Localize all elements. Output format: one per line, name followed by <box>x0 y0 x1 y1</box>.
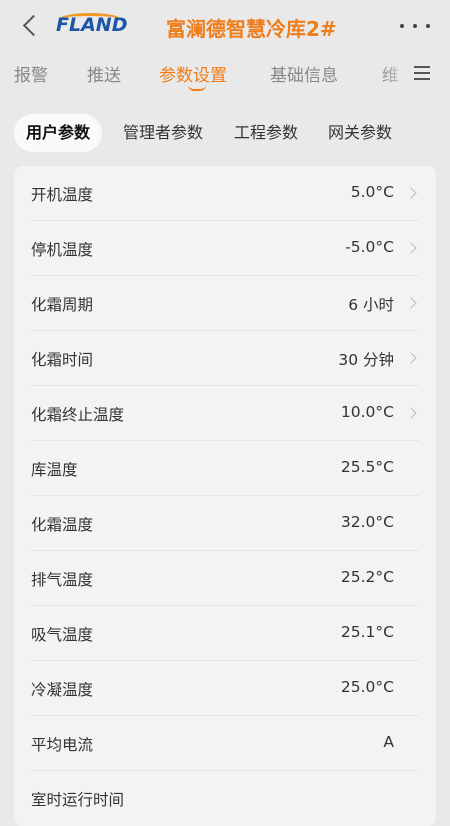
param-value: 10.0°C <box>340 403 394 421</box>
param-value: 5.0°C <box>350 183 394 201</box>
chevron-right-icon <box>405 242 417 254</box>
param-value: 25.1°C <box>340 623 394 641</box>
param-label: 化霜终止温度 <box>31 406 125 424</box>
param-value: -5.0°C <box>345 238 394 256</box>
active-tab-indicator <box>188 85 206 91</box>
param-value: A <box>383 733 394 751</box>
param-row[interactable]: 开机温度 5.0°C <box>14 166 436 221</box>
page-title: 富澜德智慧冷库2# <box>166 17 337 41</box>
more-dots-icon[interactable] <box>400 12 430 40</box>
param-value: 25.2°C <box>340 568 394 586</box>
param-row: 库温度 25.5°C <box>14 441 436 496</box>
app-header: FLAND 富澜德智慧冷库2# <box>0 0 450 52</box>
param-value: 6 小时 <box>348 296 394 314</box>
logo-text: FLAND <box>56 14 128 36</box>
subtab-gateway-params[interactable]: 网关参数 <box>316 114 404 152</box>
param-value: 25.0°C <box>340 678 394 696</box>
param-value: 32.0°C <box>340 513 394 531</box>
param-label: 化霜温度 <box>31 516 94 534</box>
param-row[interactable]: 化霜终止温度 10.0°C <box>14 386 436 441</box>
param-row: 冷凝温度 25.0°C <box>14 661 436 716</box>
subtab-manager-params[interactable]: 管理者参数 <box>111 114 215 152</box>
chevron-right-icon <box>405 187 417 199</box>
chevron-right-icon <box>405 297 417 309</box>
sub-tab-bar: 用户参数 管理者参数 工程参数 网关参数 <box>0 114 450 154</box>
param-row: 排气温度 25.2°C <box>14 551 436 606</box>
subtab-user-params[interactable]: 用户参数 <box>14 114 103 152</box>
chevron-left-icon[interactable] <box>18 12 46 40</box>
tab-parameter-settings[interactable]: 参数设置 <box>159 61 227 86</box>
param-label: 室时运行时间 <box>31 791 125 809</box>
subtab-engineering-params[interactable]: 工程参数 <box>222 114 310 152</box>
param-value: 25.5°C <box>340 458 394 476</box>
param-label: 吸气温度 <box>31 626 94 644</box>
param-label: 化霜周期 <box>31 296 94 314</box>
menu-icon[interactable] <box>414 66 430 80</box>
tab-push[interactable]: 推送 <box>87 61 121 86</box>
tab-basic-info[interactable]: 基础信息 <box>270 61 338 86</box>
param-label: 停机温度 <box>31 241 94 259</box>
param-row: 化霜温度 32.0°C <box>14 496 436 551</box>
chevron-right-icon <box>405 407 417 419</box>
param-label: 平均电流 <box>31 736 94 754</box>
chevron-right-icon <box>405 352 417 364</box>
param-row: 吸气温度 25.1°C <box>14 606 436 661</box>
param-label: 库温度 <box>31 461 78 479</box>
top-tab-bar: 报警 推送 参数设置 基础信息 维 <box>0 52 450 94</box>
param-label: 开机温度 <box>31 186 94 204</box>
param-label: 化霜时间 <box>31 351 94 369</box>
param-row[interactable]: 化霜时间 30 分钟 <box>14 331 436 386</box>
param-row: 平均电流 A <box>14 716 436 771</box>
param-label: 排气温度 <box>31 571 94 589</box>
param-row[interactable]: 停机温度 -5.0°C <box>14 221 436 276</box>
param-value: 30 分钟 <box>338 351 394 369</box>
parameter-list: 开机温度 5.0°C 停机温度 -5.0°C 化霜周期 6 小时 化霜时间 30… <box>14 166 436 826</box>
param-row: 室时运行时间 <box>14 771 436 826</box>
param-row[interactable]: 化霜周期 6 小时 <box>14 276 436 331</box>
param-label: 冷凝温度 <box>31 681 94 699</box>
tab-alarm[interactable]: 报警 <box>14 61 48 86</box>
fland-logo: FLAND <box>56 12 146 40</box>
